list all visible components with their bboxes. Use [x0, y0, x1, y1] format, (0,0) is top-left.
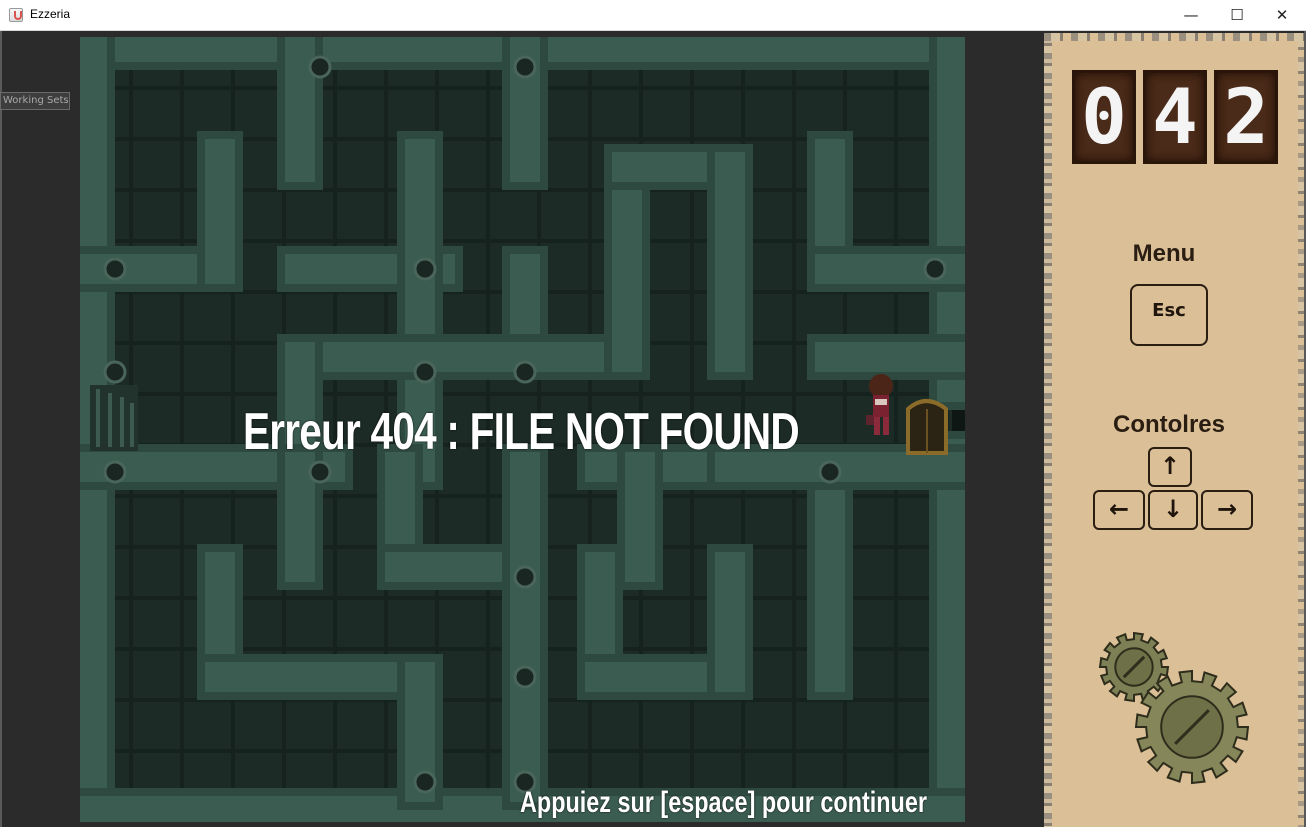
bolt-icon [413, 257, 437, 281]
esc-key-button[interactable]: Esc [1130, 284, 1208, 346]
panel-torn-edge-right [1298, 33, 1304, 827]
bolt-icon [513, 55, 537, 79]
continue-hint: Appuiez sur [espace] pour continuer [520, 786, 927, 819]
right-arrow-key[interactable]: → [1201, 490, 1253, 530]
panel-torn-edge-top [1044, 33, 1304, 41]
game-viewport: Erreur 404 : FILE NOT FOUND Appuiez sur … [80, 37, 965, 822]
error-message: Erreur 404 : FILE NOT FOUND [243, 403, 800, 461]
small-gear-icon [1098, 631, 1170, 703]
bolt-icon [818, 460, 842, 484]
window-title: Ezzeria [30, 7, 71, 21]
bolt-icon [513, 565, 537, 589]
bolt-icon [103, 257, 127, 281]
bolt-icon [513, 665, 537, 689]
bolt-icon [308, 460, 332, 484]
maximize-button[interactable]: ☐ [1214, 0, 1260, 30]
counter-digit-2: 4 [1143, 70, 1207, 164]
close-button[interactable]: ✕ [1259, 0, 1305, 30]
bolt-icon [413, 770, 437, 794]
window-border-left [0, 31, 2, 827]
window-title-bar: Ezzeria — ☐ ✕ [0, 0, 1306, 31]
panel-torn-edge [1044, 33, 1052, 827]
bolt-icon [103, 360, 127, 384]
stairs-exit [90, 385, 138, 451]
door-icon [906, 399, 948, 455]
bolt-icon [923, 257, 947, 281]
counter-digit-value: 2 [1223, 72, 1269, 161]
bolt-icon [413, 360, 437, 384]
left-arrow-key[interactable]: ← [1093, 490, 1145, 530]
bolt-icon [103, 460, 127, 484]
counter-digit-value: 0 [1081, 72, 1127, 161]
gears-decoration [1098, 631, 1250, 785]
bolt-icon [513, 360, 537, 384]
up-arrow-key[interactable]: ↑ [1148, 447, 1192, 487]
menu-label: Menu [1132, 240, 1196, 267]
side-panel: 0 4 2 Menu Esc Contolres ↑ ← ↓ → [1044, 33, 1304, 827]
minimize-button[interactable]: — [1168, 0, 1214, 30]
bolt-icon [308, 55, 332, 79]
counter-digit-3: 2 [1214, 70, 1278, 164]
working-sets-tab[interactable]: Working Sets [0, 92, 70, 110]
controls-label: Contolres [1112, 411, 1225, 438]
java-app-icon [9, 8, 23, 22]
down-arrow-key[interactable]: ↓ [1148, 490, 1198, 530]
counter-digit-value: 4 [1152, 72, 1198, 161]
counter-digit-1: 0 [1072, 70, 1136, 164]
